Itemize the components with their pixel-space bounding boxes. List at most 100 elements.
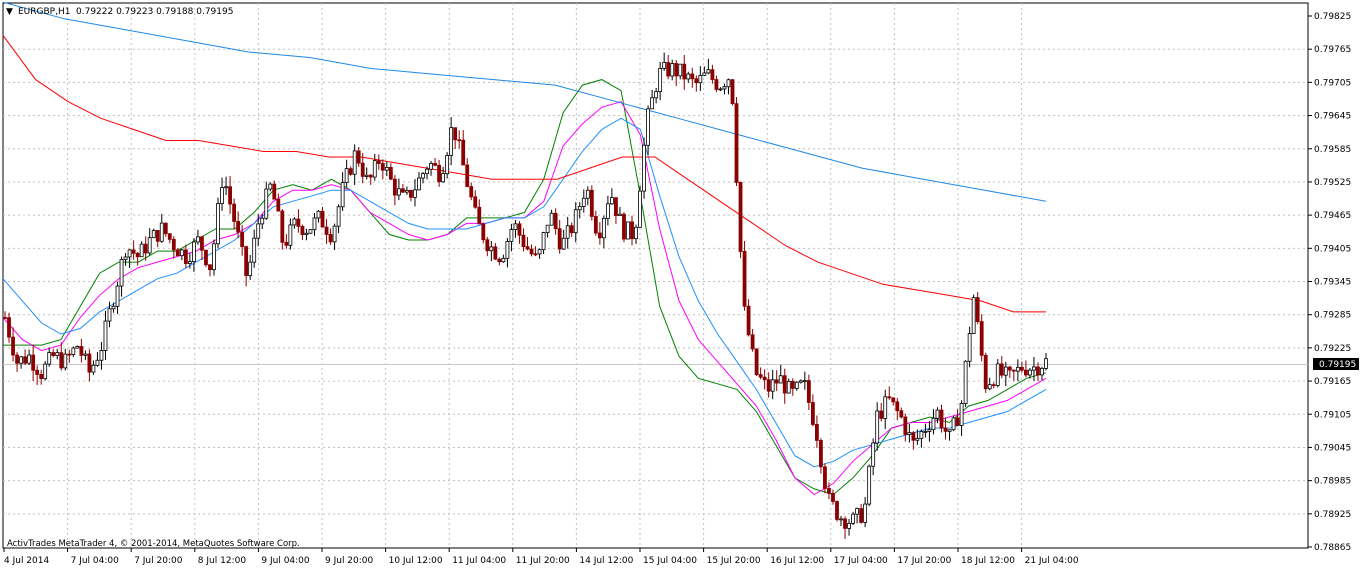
candle-body (3, 317, 7, 319)
y-tick-label: 0.79105 (1314, 410, 1351, 420)
candle-body (762, 376, 767, 381)
candle-body (236, 221, 241, 233)
candle-body (300, 225, 305, 236)
y-tick-label: 0.78985 (1314, 477, 1351, 487)
candle-body (1007, 366, 1012, 371)
candle-body (517, 223, 522, 236)
candle-body (220, 187, 224, 204)
candle-body (115, 285, 120, 307)
candle-body (437, 164, 441, 183)
candle-body (706, 69, 711, 74)
x-tick-label: 10 Jul 12:00 (389, 556, 443, 566)
price-chart[interactable]: 0.79825 0.79765 0.79705 0.79645 0.79585 0.795… (0, 0, 1362, 569)
candle-body (43, 363, 48, 379)
candle-body (646, 108, 650, 146)
candle-body (352, 150, 357, 175)
candle-body (983, 354, 988, 390)
candle-body (955, 417, 960, 426)
candle-body (577, 205, 582, 211)
candle-body (264, 188, 269, 219)
candle-body (384, 166, 389, 171)
candle-body (714, 79, 719, 90)
candle-body (967, 333, 972, 362)
candle-body (433, 163, 437, 166)
candle-body (493, 246, 498, 260)
candle-body (477, 206, 482, 225)
candle (730, 78, 735, 106)
candle-body (939, 409, 944, 429)
candle-body (557, 228, 562, 250)
candle-body (541, 232, 546, 251)
candle-body (392, 178, 397, 196)
candle-body (344, 168, 349, 183)
candle (963, 360, 968, 408)
candle-body (119, 259, 124, 287)
candle-body (159, 222, 164, 242)
candle-body (810, 402, 815, 425)
candle-body (626, 221, 630, 240)
candle-body (851, 513, 855, 524)
candle-body (336, 206, 341, 227)
candle-body (288, 224, 293, 246)
candle (738, 181, 743, 259)
candle-body (658, 67, 663, 93)
x-tick-label: 17 Jul 04:00 (834, 556, 888, 566)
candle-body (975, 297, 980, 322)
candle-body (959, 403, 964, 426)
candle-body (814, 424, 819, 441)
candle-body (823, 466, 827, 489)
x-tick-label: 18 Jul 12:00 (961, 556, 1015, 566)
candle-body (947, 429, 952, 432)
candle-body (364, 174, 369, 177)
candle-body (23, 356, 27, 364)
candle-body (798, 380, 803, 383)
candle-body (742, 251, 747, 307)
candle-body (589, 189, 594, 217)
candle-body (380, 163, 385, 171)
candle (43, 361, 48, 381)
y-tick-label: 0.79285 (1314, 311, 1351, 321)
candle-body (501, 257, 506, 263)
x-tick-label: 9 Jul 20:00 (325, 556, 374, 566)
x-tick-label: 7 Jul 20:00 (134, 556, 183, 566)
candle-body (187, 261, 192, 264)
x-tick-label: 8 Jul 12:00 (198, 556, 247, 566)
candle-body (461, 139, 466, 166)
candle-body (47, 352, 52, 365)
candle-body (200, 236, 204, 251)
candle-body (726, 79, 731, 88)
candle-body (794, 381, 799, 389)
candle-body (485, 239, 490, 252)
candle-body (831, 492, 835, 502)
candle-body (553, 212, 558, 230)
candle-body (405, 189, 409, 193)
candle-body (71, 347, 76, 355)
candle (742, 240, 747, 311)
candle-body (581, 197, 586, 207)
candle-body (308, 229, 313, 234)
header-dropdown-icon[interactable]: ▼ (6, 7, 13, 17)
candle-body (931, 417, 936, 431)
candle-body (280, 210, 285, 243)
candle-body (192, 241, 196, 262)
candle-body (722, 86, 727, 90)
candle-body (15, 354, 19, 364)
candle-body (348, 168, 353, 175)
candle-body (284, 241, 289, 246)
y-tick-label: 0.79765 (1314, 45, 1351, 55)
candle-body (746, 305, 751, 336)
candle-body (597, 232, 602, 239)
candle-body (107, 308, 112, 322)
candle-body (103, 320, 108, 351)
time-axis: 4 Jul 2014 7 Jul 04:00 7 Jul 20:00 8 Jul 12… (3, 548, 1079, 566)
candle-body (569, 225, 574, 234)
candle-body (638, 190, 642, 228)
candle-body (694, 78, 699, 84)
x-tick-label: 7 Jul 04:00 (71, 556, 120, 566)
candle-body (396, 188, 401, 196)
y-tick-label: 0.78925 (1314, 510, 1351, 520)
candle-body (27, 354, 32, 364)
candle-body (758, 374, 763, 378)
candle-body (449, 127, 454, 156)
candle-body (903, 416, 908, 435)
